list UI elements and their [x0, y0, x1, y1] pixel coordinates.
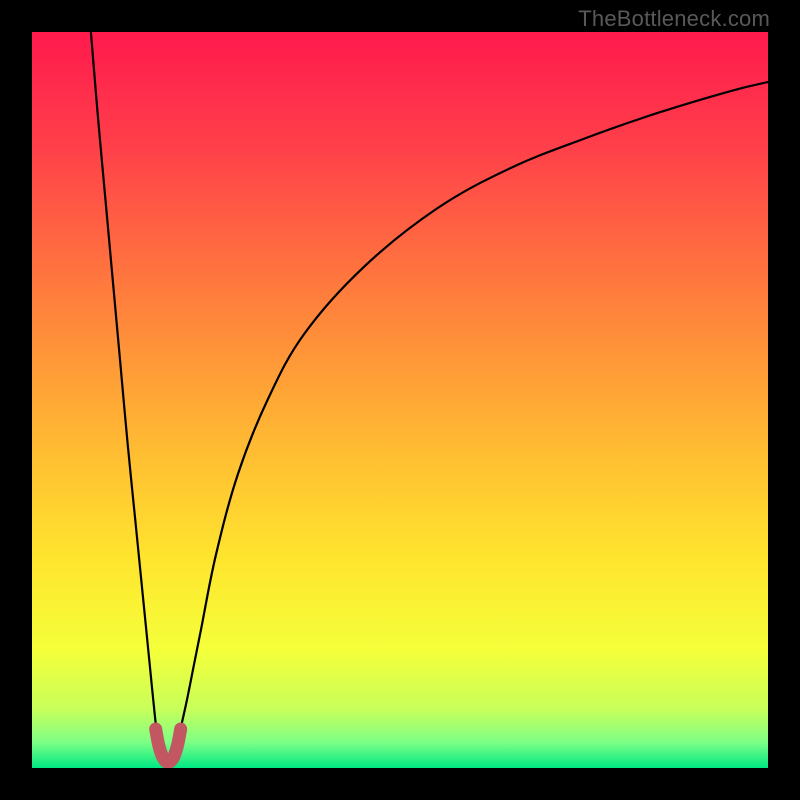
chart-frame: TheBottleneck.com [0, 0, 800, 800]
plot-area [32, 32, 768, 768]
valley-highlight [156, 729, 181, 762]
right-branch [176, 82, 768, 753]
curve-layer [32, 32, 768, 768]
watermark-text: TheBottleneck.com [578, 6, 770, 32]
left-branch [91, 32, 161, 753]
